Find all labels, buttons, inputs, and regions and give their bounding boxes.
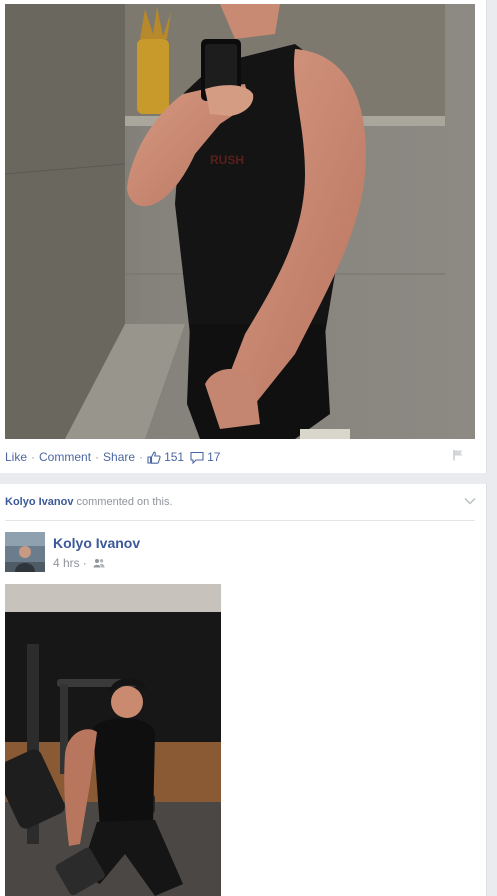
feed-story-2: Kolyo Ivanov commented on this. Kolyo Iv… — [0, 484, 487, 896]
story-actor-link[interactable]: Kolyo Ivanov — [5, 496, 73, 508]
separator: · — [95, 450, 100, 464]
thumbs-up-icon[interactable] — [147, 451, 161, 464]
like-link[interactable]: Like — [5, 450, 27, 464]
avatar[interactable] — [5, 532, 45, 572]
divider — [5, 520, 475, 521]
separator: · — [139, 450, 144, 464]
gym-photo-illustration — [5, 584, 221, 896]
flag-icon[interactable] — [452, 449, 464, 461]
post-action-row: Like · Comment · Share · 151 17 — [5, 450, 220, 464]
friends-icon[interactable] — [93, 558, 105, 568]
comment-link[interactable]: Comment — [39, 450, 91, 464]
comment-count[interactable]: 17 — [207, 450, 220, 464]
like-count[interactable]: 151 — [164, 450, 184, 464]
story-header: Kolyo Ivanov commented on this. — [5, 496, 173, 508]
story-text: commented on this. — [76, 496, 173, 508]
separator: · — [82, 556, 87, 570]
post-photo[interactable]: RUSH — [5, 4, 475, 439]
avatar-image — [5, 532, 45, 572]
chevron-down-icon[interactable] — [464, 497, 476, 505]
post-photo[interactable] — [5, 584, 221, 896]
separator: · — [31, 450, 36, 464]
timestamp-link[interactable]: 4 hrs — [53, 556, 80, 570]
speech-bubble-icon[interactable] — [190, 451, 204, 464]
svg-text:RUSH: RUSH — [210, 153, 244, 167]
page-gutter — [487, 0, 497, 896]
feed-story-1: RUSH Like · Comment · Share · 151 17 — [0, 0, 487, 473]
author-name-link[interactable]: Kolyo Ivanov — [53, 535, 140, 551]
post-meta: 4 hrs · — [53, 556, 105, 570]
selfie-photo-illustration: RUSH — [5, 4, 475, 439]
share-link[interactable]: Share — [103, 450, 135, 464]
